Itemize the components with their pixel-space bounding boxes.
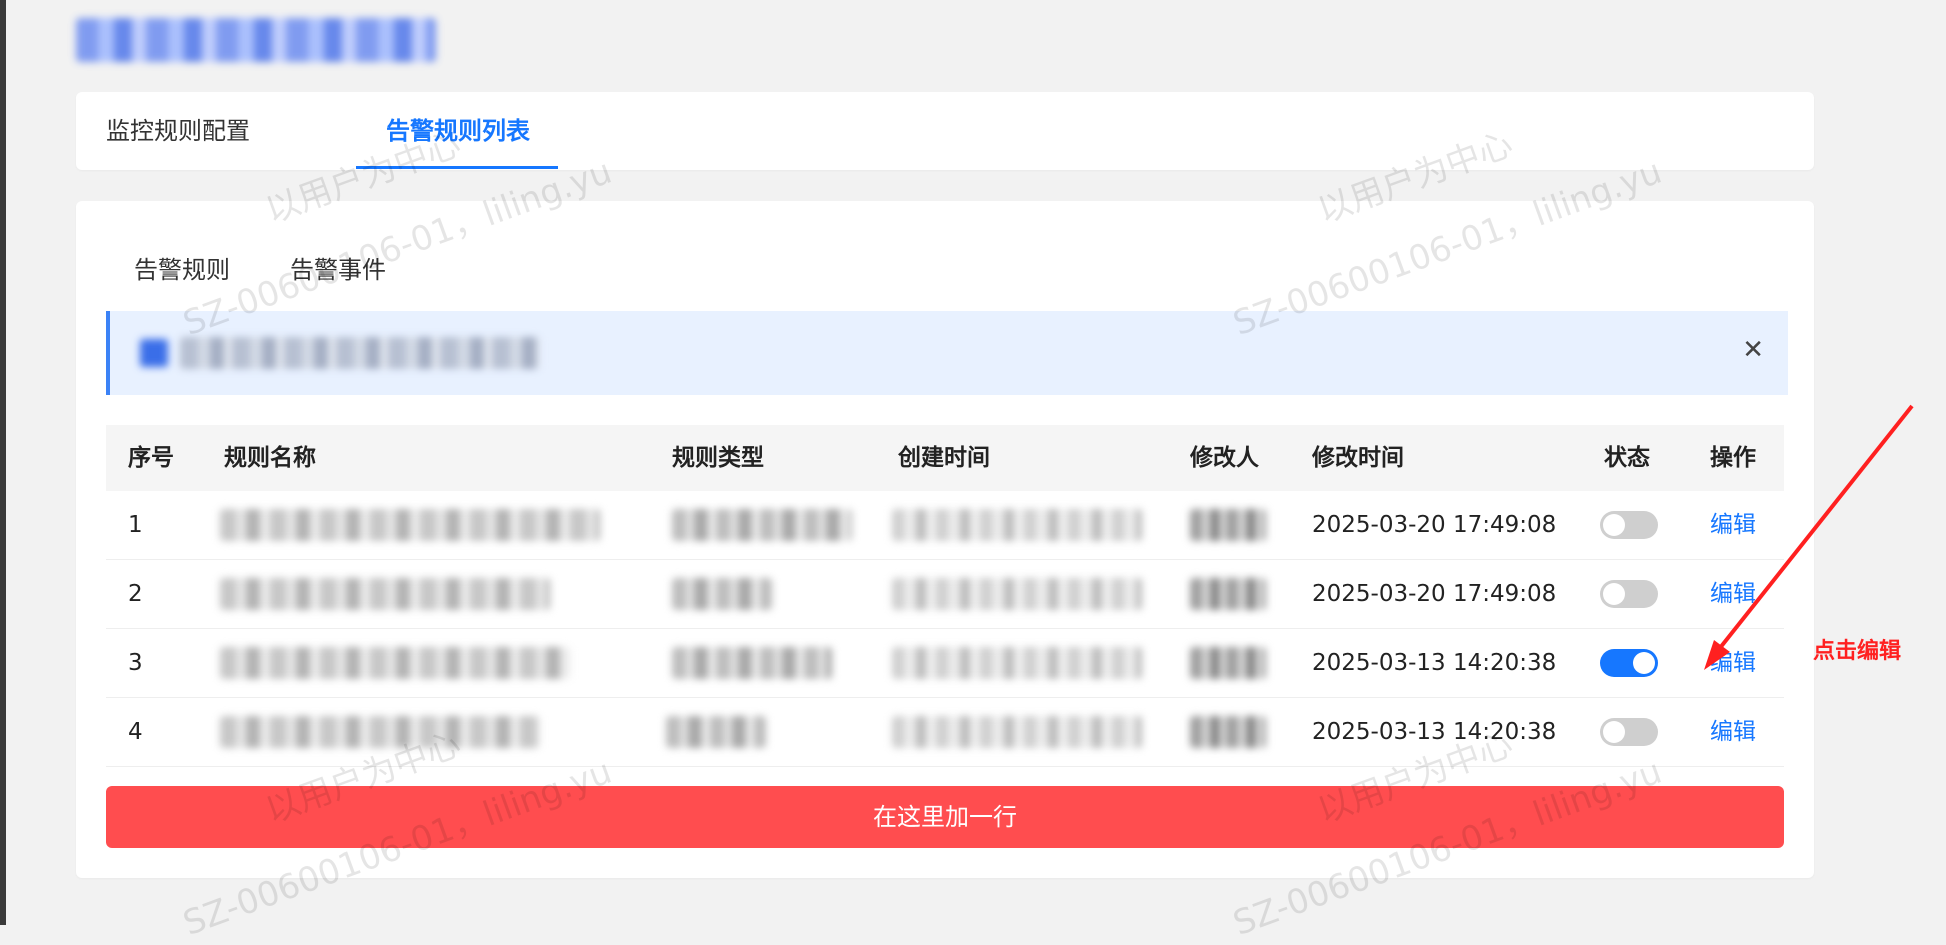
- create-time-redacted: [892, 509, 1142, 541]
- table-row: 4 2025-03-13 14:20:38 编辑: [106, 698, 1784, 767]
- col-action: 操作: [1710, 445, 1756, 471]
- row-index: 2: [128, 581, 143, 607]
- tab-monitor-rule-config[interactable]: 监控规则配置: [106, 92, 250, 170]
- rule-name-redacted: [220, 578, 550, 610]
- modifier-redacted: [1190, 578, 1266, 610]
- col-modifier: 修改人: [1190, 445, 1259, 471]
- status-toggle[interactable]: [1600, 511, 1658, 539]
- table-row: 1 2025-03-20 17:49:08 编辑: [106, 491, 1784, 560]
- status-toggle[interactable]: [1600, 580, 1658, 608]
- add-row-button[interactable]: 在这里加一行: [106, 786, 1784, 848]
- tab-alert-rule-list[interactable]: 告警规则列表: [386, 92, 530, 170]
- rule-name-redacted: [220, 647, 570, 679]
- edit-link[interactable]: 编辑: [1710, 698, 1756, 766]
- row-index: 3: [128, 650, 143, 676]
- edit-link[interactable]: 编辑: [1710, 491, 1756, 559]
- table-row: 3 2025-03-13 14:20:38 编辑: [106, 629, 1784, 698]
- modifier-redacted: [1190, 647, 1266, 679]
- window-edge: [0, 0, 6, 925]
- col-index: 序号: [128, 445, 174, 471]
- modifier-redacted: [1190, 716, 1266, 748]
- create-time-redacted: [892, 578, 1142, 610]
- modify-time: 2025-03-20 17:49:08: [1312, 512, 1557, 538]
- alert-message: [180, 337, 540, 369]
- rule-type-redacted: [666, 716, 766, 748]
- row-index: 1: [128, 512, 143, 538]
- modify-time: 2025-03-13 14:20:38: [1312, 650, 1557, 676]
- info-alert: ✕: [106, 311, 1788, 395]
- annotation-label: 点击编辑: [1813, 639, 1902, 664]
- rule-type-redacted: [672, 509, 852, 541]
- col-modify-time: 修改时间: [1312, 445, 1404, 471]
- col-create-time: 创建时间: [898, 445, 990, 471]
- col-rule-name: 规则名称: [224, 445, 316, 471]
- col-rule-type: 规则类型: [672, 445, 764, 471]
- create-time-redacted: [892, 716, 1142, 748]
- status-toggle[interactable]: [1600, 718, 1658, 746]
- modify-time: 2025-03-13 14:20:38: [1312, 719, 1557, 745]
- sub-tabs: 告警规则 告警事件: [106, 229, 1784, 312]
- row-index: 4: [128, 719, 143, 745]
- subtab-alert-rules[interactable]: 告警规则: [134, 229, 230, 311]
- main-card: 告警规则 告警事件 ✕ 序号 规则名称 规则类型 创建时间 修改人 修改时间 状…: [76, 201, 1814, 878]
- col-status: 状态: [1604, 445, 1650, 471]
- status-toggle[interactable]: [1600, 649, 1658, 677]
- edit-link[interactable]: 编辑: [1710, 629, 1756, 697]
- rules-table: 序号 规则名称 规则类型 创建时间 修改人 修改时间 状态 操作 1 2025-…: [106, 425, 1784, 767]
- rule-name-redacted: [220, 509, 600, 541]
- close-icon[interactable]: ✕: [1742, 335, 1764, 365]
- table-header: 序号 规则名称 规则类型 创建时间 修改人 修改时间 状态 操作: [106, 425, 1784, 491]
- rule-name-redacted: [220, 716, 540, 748]
- table-row: 2 2025-03-20 17:49:08 编辑: [106, 560, 1784, 629]
- active-tab-indicator: [356, 166, 558, 169]
- modify-time: 2025-03-20 17:49:08: [1312, 581, 1557, 607]
- rule-type-redacted: [672, 578, 772, 610]
- modifier-redacted: [1190, 509, 1266, 541]
- top-tabs-card: 监控规则配置 告警规则列表: [76, 92, 1814, 170]
- edit-link[interactable]: 编辑: [1710, 560, 1756, 628]
- page-header-title: [76, 18, 436, 62]
- rule-type-redacted: [672, 647, 832, 679]
- subtab-alert-events[interactable]: 告警事件: [290, 229, 386, 311]
- info-icon: [140, 339, 168, 367]
- create-time-redacted: [892, 647, 1142, 679]
